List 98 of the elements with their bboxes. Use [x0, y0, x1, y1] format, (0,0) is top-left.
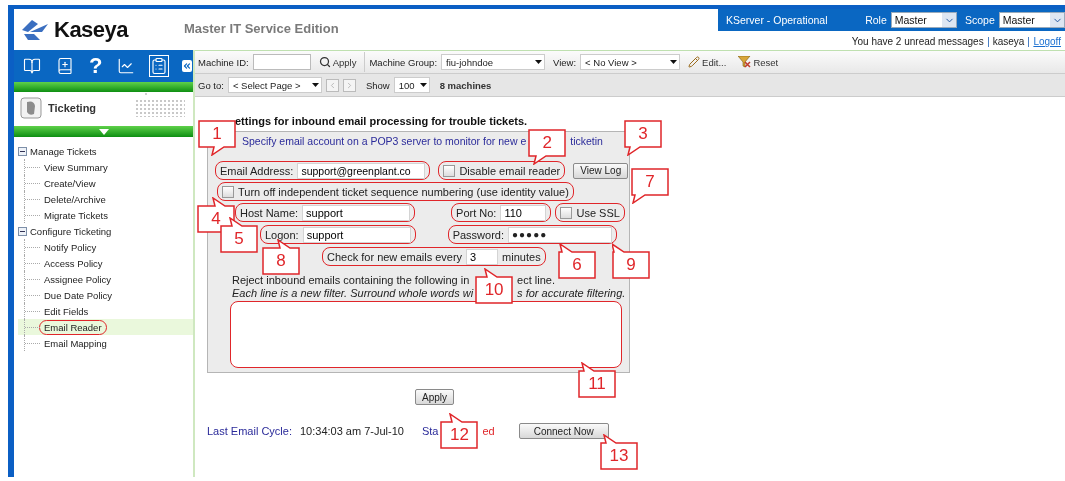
- logoff-link[interactable]: Logoff: [1033, 36, 1061, 47]
- port-label: Port No:: [456, 206, 497, 219]
- clipboard-icon[interactable]: [149, 55, 170, 77]
- intro-text: Specify email account on a POP3 server to monitor for new e: [242, 134, 527, 147]
- checkbox-label: Disable email reader: [459, 164, 561, 177]
- reject-text: ect line.: [517, 274, 556, 287]
- edit-button[interactable]: Edit...: [684, 56, 731, 68]
- edition-title: Master IT Service Edition: [184, 21, 339, 36]
- tree-item[interactable]: Notify Policy: [39, 239, 102, 255]
- checkbox[interactable]: [560, 206, 573, 219]
- password-label: Password:: [452, 228, 504, 241]
- tree-item[interactable]: View Summary: [39, 159, 113, 175]
- user-name: kaseya: [992, 36, 1025, 47]
- reject-text: Reject inbound emails containing the following in: [232, 274, 471, 287]
- interval-field[interactable]: 3: [466, 248, 499, 265]
- last-cycle-time: 10:34:03 am 7-Jul-10: [300, 425, 404, 437]
- status-value: ed: [482, 425, 495, 437]
- logon-field[interactable]: support: [302, 226, 411, 243]
- last-cycle-label: Last Email Cycle:: [207, 425, 292, 437]
- callout-badge: 11: [578, 362, 618, 398]
- collapse-icon[interactable]: [182, 60, 193, 72]
- tree-item[interactable]: Email Mapping: [39, 335, 112, 351]
- tree-item[interactable]: Create/View: [39, 175, 101, 191]
- filter-textarea[interactable]: [230, 301, 622, 368]
- funnel-x-icon: [738, 56, 752, 68]
- status-label: Sta: [421, 425, 439, 437]
- role-label: Role: [865, 14, 887, 26]
- collapse-node-icon[interactable]: [18, 146, 27, 156]
- host-field[interactable]: support: [302, 204, 411, 221]
- checkbox-label: Turn off independent ticket sequence numbering (use identity value): [238, 185, 569, 198]
- expand-triangle-icon[interactable]: [98, 128, 109, 135]
- tree-node[interactable]: Configure Ticketing: [30, 225, 112, 237]
- caret-icon: [419, 83, 427, 87]
- callout-badge: 7: [631, 168, 671, 204]
- view-log-button[interactable]: View Log: [573, 162, 629, 179]
- machine-count: 8 machines: [439, 79, 492, 91]
- logon-label: Logon:: [265, 228, 299, 241]
- module-title: Ticketing: [48, 102, 97, 114]
- intro-text: ticketin: [570, 134, 603, 147]
- email-field[interactable]: support@greenplant.co: [297, 162, 426, 179]
- goto-label: Go to:: [198, 79, 224, 91]
- tree-node[interactable]: Manage Tickets: [30, 145, 97, 157]
- module-icon: [20, 97, 42, 119]
- machine-id-field[interactable]: [252, 54, 311, 70]
- search-icon: [318, 56, 331, 68]
- caret-icon: [670, 60, 678, 64]
- page-select[interactable]: < Select Page >: [227, 77, 322, 93]
- role-select[interactable]: Master: [890, 12, 957, 28]
- checkbox-label: Use SSL: [576, 206, 620, 219]
- callout-badge: 13: [600, 434, 640, 470]
- scope-select[interactable]: Master: [998, 12, 1065, 28]
- help-icon[interactable]: ?: [88, 55, 104, 77]
- hint-text: Each line is a new filter. Surround whole words wi: [232, 287, 474, 299]
- tree-item[interactable]: Delete/Archive: [39, 191, 111, 207]
- host-label: Host Name:: [240, 206, 299, 219]
- callout-badge: 3: [624, 120, 664, 156]
- checkbox[interactable]: [222, 185, 234, 198]
- tree-item[interactable]: Access Policy: [39, 255, 108, 271]
- unread-messages: You have 2 unread messages: [851, 36, 984, 47]
- caret-icon: [311, 83, 319, 87]
- logo-icon: [20, 17, 50, 42]
- minutes-label: minutes: [502, 250, 541, 263]
- tree-item[interactable]: Due Date Policy: [39, 287, 118, 303]
- hint-text: s for accurate filtering.: [517, 287, 626, 299]
- port-field[interactable]: 110: [500, 204, 547, 221]
- caret-icon: [535, 60, 543, 64]
- machine-group-select[interactable]: fiu-johndoe: [441, 54, 546, 70]
- email-label: Email Address:: [220, 164, 294, 177]
- view-label: View:: [553, 56, 577, 68]
- tree-item[interactable]: Assignee Policy: [39, 271, 117, 287]
- check-interval-label: Check for new emails every: [327, 250, 463, 263]
- password-field[interactable]: ●●●●●: [508, 226, 612, 243]
- book-plus-icon[interactable]: [55, 55, 75, 77]
- caret-icon: [942, 13, 956, 27]
- page-size-select[interactable]: 100: [393, 77, 430, 93]
- server-status: KServer - Operational: [726, 14, 829, 26]
- caret-icon: [1050, 13, 1064, 27]
- callout-badge: 5: [220, 217, 260, 253]
- logo-text: Kaseya: [54, 16, 129, 43]
- pencil-icon: [688, 56, 701, 68]
- dot-pattern: [135, 99, 185, 117]
- view-select[interactable]: < No View >: [580, 54, 681, 70]
- apply-button[interactable]: Apply: [415, 389, 454, 405]
- reset-button[interactable]: Reset: [734, 56, 783, 68]
- connect-now-button[interactable]: Connect Now: [518, 423, 609, 439]
- checkbox[interactable]: [443, 164, 456, 177]
- collapse-node-icon[interactable]: [18, 226, 27, 236]
- callout-badge: 6: [558, 243, 598, 279]
- show-label: Show: [365, 79, 390, 91]
- callout-badge: 2: [528, 129, 569, 165]
- callout-badge: 12: [440, 412, 481, 449]
- tree-item[interactable]: Edit Fields: [39, 303, 94, 319]
- callout-badge: 9: [612, 243, 652, 279]
- machine-group-label: Machine Group:: [369, 56, 438, 68]
- scope-label: Scope: [965, 14, 995, 26]
- tree-item[interactable]: Migrate Tickets: [39, 207, 113, 223]
- machine-id-label: Machine ID:: [198, 56, 249, 68]
- apply-filter-button[interactable]: Apply: [314, 56, 361, 68]
